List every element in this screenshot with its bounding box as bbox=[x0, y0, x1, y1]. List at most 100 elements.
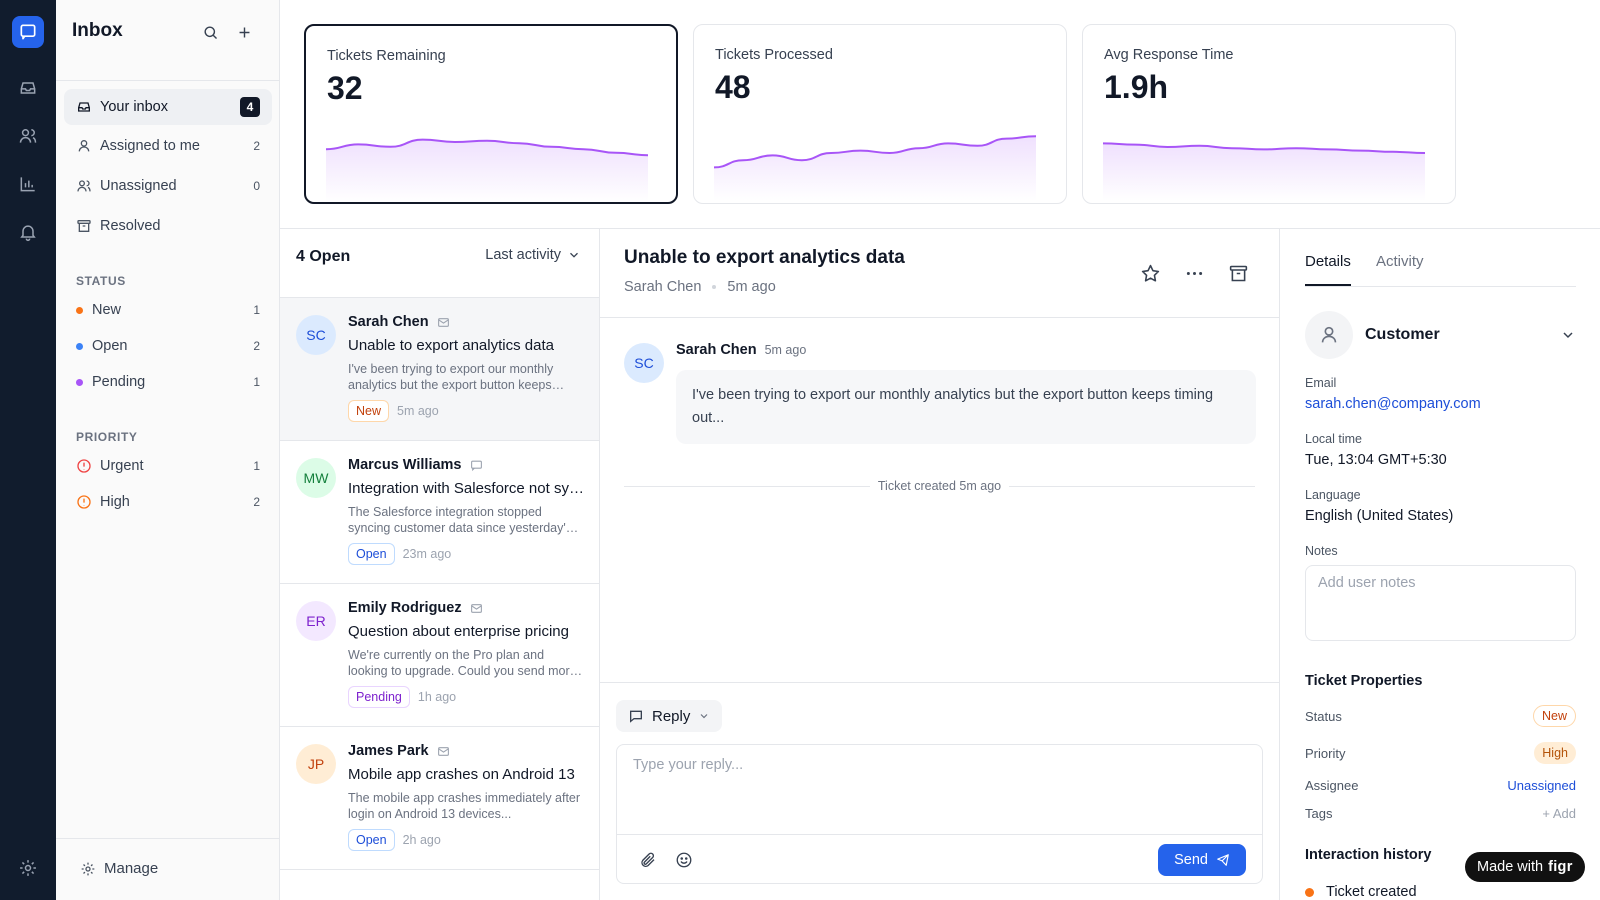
tab-details[interactable]: Details bbox=[1305, 253, 1351, 286]
property-assignee: Assignee Unassigned bbox=[1305, 773, 1576, 797]
inbox-icon[interactable] bbox=[16, 76, 40, 100]
plus-icon[interactable] bbox=[234, 22, 254, 42]
property-priority: Priority High bbox=[1305, 741, 1576, 765]
ticket-list-header: 4 Open Last activity bbox=[280, 229, 599, 298]
interaction-history-title: Interaction history bbox=[1305, 847, 1432, 863]
stat-sparkline bbox=[326, 138, 648, 202]
mail-icon bbox=[437, 317, 449, 327]
send-icon bbox=[1217, 854, 1229, 866]
reply-box: Send bbox=[616, 744, 1263, 884]
chevron-down-icon bbox=[700, 714, 708, 719]
emoji-icon[interactable] bbox=[673, 849, 695, 871]
ticket-item[interactable]: JP James Park Mobile app crashes on Andr… bbox=[280, 727, 599, 870]
priority-section-title: PRIORITY bbox=[76, 430, 138, 444]
email-link[interactable]: sarah.chen@company.com bbox=[1305, 396, 1481, 412]
nav-count: 0 bbox=[253, 179, 260, 193]
reply-mode-dropdown[interactable]: Reply bbox=[616, 700, 723, 732]
property-label: Priority bbox=[1305, 745, 1346, 761]
sidebar-item-status-open[interactable]: Open 2 bbox=[64, 328, 272, 364]
sidebar-item-resolved[interactable]: Resolved bbox=[64, 208, 272, 244]
ticket-item[interactable]: MW Marcus Williams Integration with Sale… bbox=[280, 441, 599, 584]
users-icon[interactable] bbox=[16, 124, 40, 148]
local-time-label: Local time bbox=[1305, 432, 1362, 446]
stat-label: Tickets Processed bbox=[715, 47, 833, 63]
alert-circle-icon bbox=[76, 494, 92, 510]
manage-label: Manage bbox=[104, 860, 159, 877]
conversation-header: Unable to export analytics data Sarah Ch… bbox=[600, 229, 1279, 318]
stat-sparkline bbox=[1103, 142, 1425, 201]
chat-logo-icon[interactable] bbox=[12, 16, 44, 48]
stat-sparkline bbox=[714, 135, 1036, 201]
nav-label: Urgent bbox=[100, 458, 144, 474]
sidebar-item-priority-urgent[interactable]: Urgent 1 bbox=[64, 448, 272, 484]
ticket-item[interactable]: ER Emily Rodriguez Question about enterp… bbox=[280, 584, 599, 727]
manage-button[interactable]: Manage bbox=[80, 860, 158, 877]
property-label: Assignee bbox=[1305, 777, 1359, 793]
star-icon[interactable] bbox=[1138, 261, 1162, 285]
ticket-customer: Marcus Williams bbox=[348, 457, 483, 473]
message-header: Sarah Chen 5m ago bbox=[676, 342, 806, 358]
history-item-label: Ticket created bbox=[1326, 884, 1417, 900]
nav-count: 2 bbox=[253, 339, 260, 353]
conversation-panel: Unable to export analytics data Sarah Ch… bbox=[600, 229, 1280, 900]
priority-pill[interactable]: High bbox=[1534, 742, 1576, 764]
more-options-icon[interactable] bbox=[1182, 261, 1206, 285]
paperclip-icon[interactable] bbox=[637, 849, 659, 871]
sidebar-title: Inbox bbox=[72, 20, 123, 41]
system-event: Ticket created 5m ago bbox=[624, 479, 1255, 493]
status-dot bbox=[76, 306, 83, 314]
nav-count: 1 bbox=[253, 375, 260, 389]
property-status: Status New bbox=[1305, 704, 1576, 728]
sidebar-item-status-new[interactable]: New 1 bbox=[64, 292, 272, 328]
stat-card-tickets-remaining[interactable]: Tickets Remaining 32 bbox=[304, 24, 678, 204]
inbox-sidebar: Inbox Your inbox 4 Assigned to me 2 Unas… bbox=[56, 0, 280, 900]
history-dot bbox=[1305, 887, 1314, 897]
bell-icon[interactable] bbox=[16, 220, 40, 244]
ticket-meta: New 5m ago bbox=[348, 400, 439, 422]
sidebar-item-unassigned[interactable]: Unassigned 0 bbox=[64, 168, 272, 204]
user-icon bbox=[1321, 326, 1337, 343]
ticket-customer: James Park bbox=[348, 743, 450, 759]
search-icon[interactable] bbox=[200, 22, 220, 42]
sidebar-item-assigned-to-me[interactable]: Assigned to me 2 bbox=[64, 128, 272, 164]
stat-label: Tickets Remaining bbox=[327, 48, 446, 64]
sort-dropdown[interactable]: Last activity bbox=[485, 247, 581, 263]
bar-chart-icon[interactable] bbox=[16, 172, 40, 196]
stat-card-avg-response-time[interactable]: Avg Response Time 1.9h bbox=[1082, 24, 1456, 204]
details-panel: Details Activity Customer Email sarah.ch… bbox=[1281, 229, 1600, 900]
nav-label: High bbox=[100, 494, 130, 510]
customer-avatar bbox=[1305, 311, 1353, 359]
nav-label: New bbox=[92, 302, 122, 318]
ticket-item[interactable]: SC Sarah Chen Unable to export analytics… bbox=[280, 298, 599, 441]
ticket-preview: I've been trying to export our monthly a… bbox=[348, 362, 554, 392]
settings-gear-icon[interactable] bbox=[16, 856, 40, 880]
nav-label: Pending bbox=[92, 374, 146, 390]
sidebar-item-your-inbox[interactable]: Your inbox 4 bbox=[64, 89, 272, 125]
message-square-icon bbox=[630, 710, 642, 723]
made-with-badge[interactable]: Made with figr bbox=[1465, 852, 1585, 882]
stat-value: 1.9h bbox=[1104, 69, 1169, 105]
add-tag-button[interactable]: + Add bbox=[1542, 806, 1576, 821]
send-button[interactable]: Send bbox=[1158, 844, 1246, 876]
ticket-meta: Open 23m ago bbox=[348, 543, 451, 565]
sidebar-divider bbox=[56, 80, 279, 81]
tab-activity[interactable]: Activity bbox=[1376, 253, 1424, 284]
stat-label: Avg Response Time bbox=[1104, 47, 1234, 63]
notes-input[interactable] bbox=[1306, 566, 1575, 640]
stat-card-tickets-processed[interactable]: Tickets Processed 48 bbox=[693, 24, 1067, 204]
customer-section-toggle[interactable]: Customer bbox=[1305, 311, 1576, 359]
reply-mode-label: Reply bbox=[652, 707, 691, 725]
user-icon bbox=[76, 138, 92, 154]
inbox-icon bbox=[76, 99, 92, 115]
status-pill[interactable]: New bbox=[1532, 705, 1576, 727]
avatar: ER bbox=[296, 601, 336, 641]
separator-dot bbox=[712, 285, 717, 289]
nav-label: Resolved bbox=[100, 218, 161, 234]
divider-line bbox=[624, 485, 870, 487]
assignee-link[interactable]: Unassigned bbox=[1507, 778, 1576, 793]
sidebar-item-status-pending[interactable]: Pending 1 bbox=[64, 364, 272, 400]
reply-input[interactable] bbox=[617, 745, 1262, 833]
archive-icon[interactable] bbox=[1226, 261, 1250, 285]
local-time-value: Tue, 13:04 GMT+5:30 bbox=[1305, 452, 1447, 468]
sidebar-item-priority-high[interactable]: High 2 bbox=[64, 484, 272, 520]
